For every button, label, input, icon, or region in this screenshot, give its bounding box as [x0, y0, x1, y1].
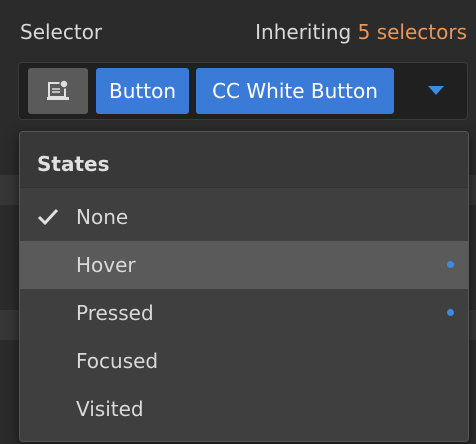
state-item-hover[interactable]: Hover: [20, 241, 468, 289]
component-button[interactable]: [28, 68, 88, 114]
states-menu-header: States: [20, 132, 468, 188]
state-item-label: Hover: [76, 253, 136, 277]
states-menu-title: States: [37, 152, 110, 176]
state-item-label: Focused: [76, 349, 159, 373]
states-menu: States None Hover Pressed Focused Visite…: [19, 131, 469, 442]
inheriting-label: Inheriting: [255, 20, 358, 44]
inheriting-selectors[interactable]: Inheriting 5 selectors: [255, 20, 467, 44]
has-styles-dot-icon: [447, 261, 454, 268]
caret-down-icon: [428, 86, 444, 95]
state-item-focused[interactable]: Focused: [20, 337, 468, 385]
checkmark-icon: [37, 208, 59, 226]
state-item-label: None: [76, 205, 129, 229]
selector-title: Selector: [20, 20, 103, 44]
state-item-label: Pressed: [76, 301, 154, 325]
state-item-pressed[interactable]: Pressed: [20, 289, 468, 337]
has-styles-dot-icon: [447, 309, 454, 316]
component-icon: [47, 79, 69, 100]
state-item-none[interactable]: None: [20, 193, 468, 241]
selector-field[interactable]: Button CC White Button: [18, 62, 468, 120]
states-dropdown-button[interactable]: [417, 68, 455, 114]
state-item-visited[interactable]: Visited: [20, 385, 468, 433]
selector-chip-cc-white-button[interactable]: CC White Button: [196, 68, 394, 114]
state-item-label: Visited: [76, 397, 144, 421]
inheriting-count-link[interactable]: 5 selectors: [358, 20, 467, 44]
selector-header: Selector Inheriting 5 selectors: [0, 0, 476, 62]
selector-chip-button[interactable]: Button: [96, 68, 189, 114]
